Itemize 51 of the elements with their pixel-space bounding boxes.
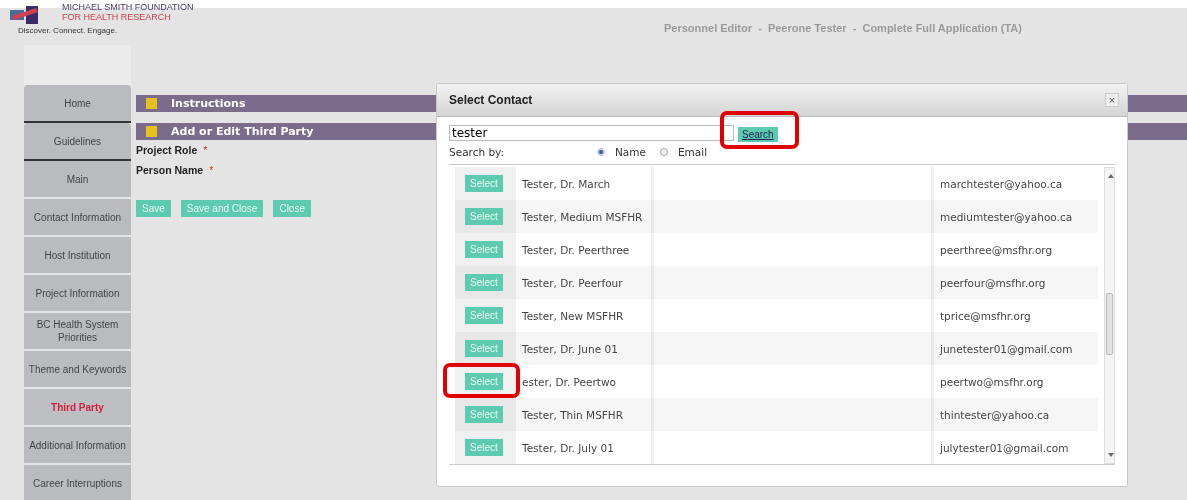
table-cell: junetester01@gmail.com [934, 332, 1098, 365]
sidebar-item[interactable]: Theme and Keywords [24, 351, 131, 389]
table-cell: ester, Dr. Peertwo [516, 365, 651, 398]
required-mark: * [203, 144, 208, 156]
table-cell: julytester01@gmail.com [934, 431, 1098, 464]
logo-tagline: Discover. Connect. Engage. [18, 26, 119, 35]
scrollbar-thumb[interactable] [1106, 293, 1113, 355]
sidebar-item[interactable]: Additional Information [24, 427, 131, 465]
table-cell: mediumtester@yahoo.ca [934, 200, 1098, 233]
table-cell: Tester, Dr. June 01 [516, 332, 651, 365]
field-label: Person Name [136, 164, 204, 176]
required-mark: * [209, 164, 214, 176]
radio-button[interactable] [597, 148, 605, 156]
table-cell: Tester, Thin MSFHR [516, 398, 651, 431]
logo-icon [10, 6, 38, 24]
table-cell: Tester, Medium MSFHR [516, 200, 651, 233]
sidebar-item[interactable]: Project Information [24, 275, 131, 313]
search-by-label: Search by: [449, 146, 506, 158]
search-button[interactable]: Search [738, 127, 778, 142]
table-cell: peerthree@msfhr.org [934, 233, 1098, 266]
scroll-up-icon[interactable] [1108, 174, 1114, 178]
radio-button[interactable] [660, 148, 668, 156]
search-field[interactable]: tester [449, 124, 734, 141]
table-cell: Tester, Dr. Peerthree [516, 233, 651, 266]
table-cell: peertwo@msfhr.org [934, 365, 1098, 398]
radio-label: Name [615, 146, 646, 158]
scroll-down-icon[interactable] [1108, 453, 1114, 457]
table-cell: Tester, Dr. March [516, 167, 651, 200]
sidebar-item[interactable]: Main [24, 161, 131, 199]
table-cell: Tester, New MSFHR [516, 299, 651, 332]
table-cell: marchtester@yahoo.ca [934, 167, 1098, 200]
dialog-title: Select Contact [449, 93, 533, 107]
logo-text: FOR HEALTH RESEARCH [62, 12, 172, 22]
sidebar-item[interactable]: Third Party [24, 389, 131, 427]
table-cell: tprice@msfhr.org [934, 299, 1098, 332]
logo-text: MICHAEL SMITH FOUNDATION [62, 2, 194, 12]
table-cell: peerfour@msfhr.org [934, 266, 1098, 299]
table-cell: Tester, Dr. Peerfour [516, 266, 651, 299]
table-cell: thintester@yahoo.ca [934, 398, 1098, 431]
sidebar-item[interactable]: Contact Information [24, 199, 131, 237]
close-button[interactable]: × [1105, 93, 1119, 107]
field-label: Project Role [136, 144, 198, 156]
table-cell: Tester, Dr. July 01 [516, 431, 651, 464]
sidebar-item[interactable]: BC Health System Priorities [24, 313, 131, 351]
sidebar-item[interactable]: Host Institution [24, 237, 131, 275]
page-title: Personnel Editor - Peerone Tester - Complete Full Application (TA) [664, 22, 1022, 34]
scrollbar-track[interactable] [1104, 167, 1115, 464]
sidebar-item[interactable]: Career Interruptions [24, 465, 131, 500]
radio-label: Email [678, 146, 708, 158]
sidebar-item[interactable]: Home [24, 85, 131, 123]
sidebar-item[interactable]: Guidelines [24, 123, 131, 161]
